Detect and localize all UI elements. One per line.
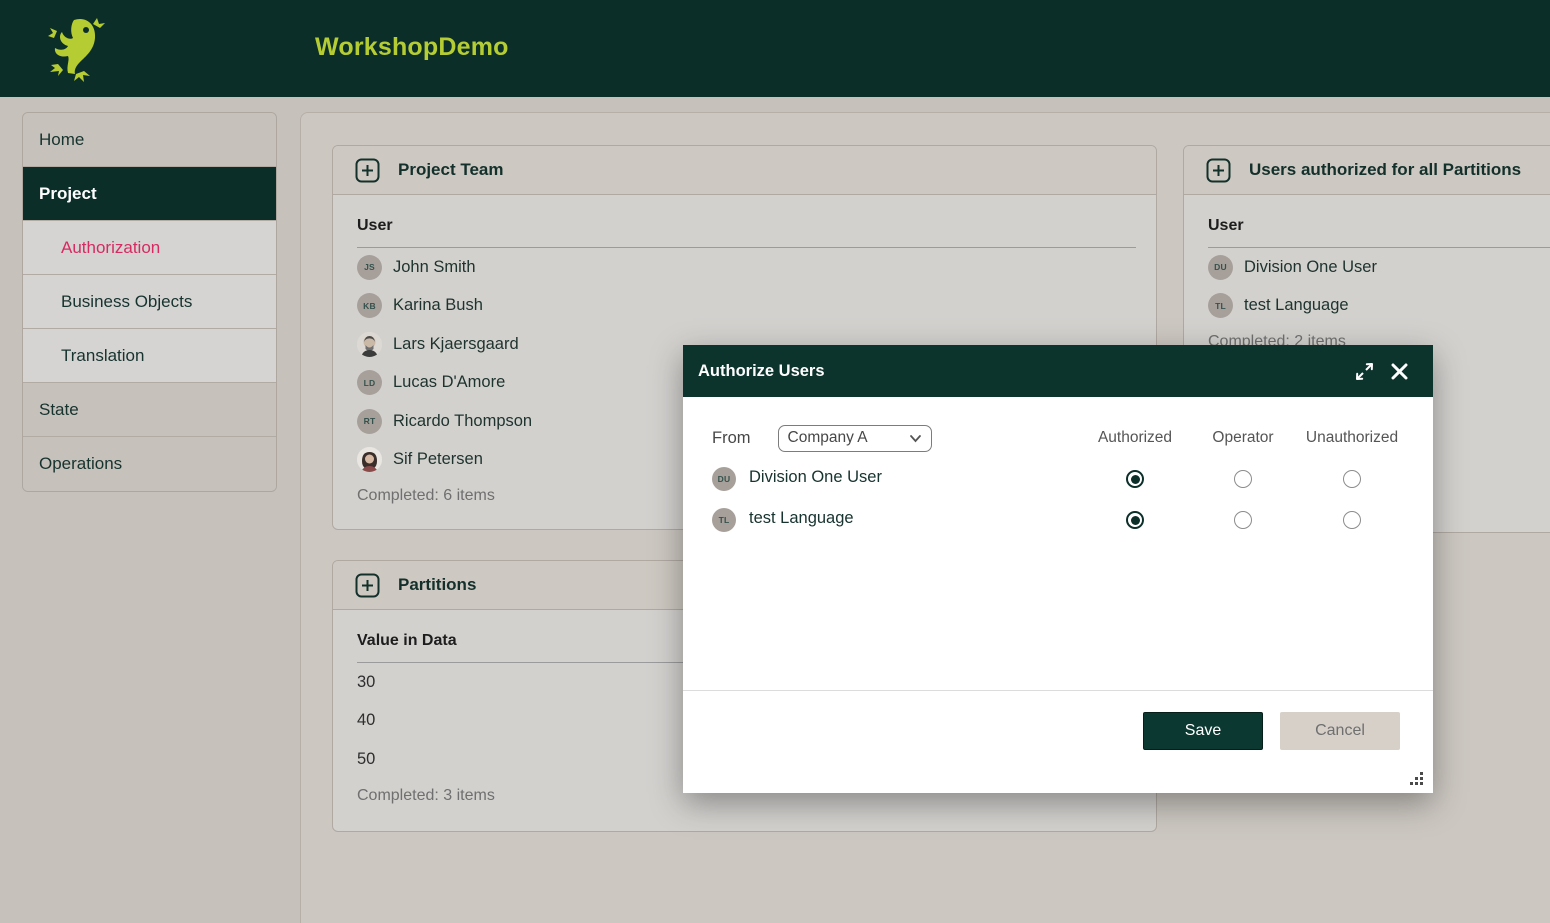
sidebar-item-business-objects[interactable]: Business Objects — [23, 275, 276, 329]
table-row[interactable]: TL test Language — [1208, 287, 1550, 326]
column-header: User — [1208, 207, 1550, 247]
column-header: User — [357, 207, 1138, 247]
sidebar-item-operations[interactable]: Operations — [23, 437, 276, 491]
radio-operator[interactable] — [1234, 470, 1252, 488]
sidebar-nav: Home Project Authorization Business Obje… — [22, 112, 277, 492]
sidebar-item-authorization[interactable]: Authorization — [23, 221, 276, 275]
close-icon[interactable] — [1390, 362, 1409, 381]
frog-logo-icon[interactable] — [46, 16, 106, 82]
dialog-header: Authorize Users — [683, 345, 1433, 397]
radio-authorized[interactable] — [1126, 511, 1144, 529]
table-row[interactable]: DU Division One User — [1208, 248, 1550, 287]
table-row: TL test Language — [683, 500, 1433, 540]
panel-header: Project Team — [333, 146, 1156, 195]
table-row[interactable]: KB Karina Bush — [357, 287, 1138, 326]
panel-title: Partitions — [398, 575, 476, 595]
plus-square-icon[interactable] — [355, 158, 380, 183]
top-bar: WorkshopDemo — [0, 0, 1550, 97]
table-row[interactable]: JS John Smith — [357, 248, 1138, 287]
sidebar-item-translation[interactable]: Translation — [23, 329, 276, 383]
cell-value: 40 — [357, 711, 375, 730]
resize-grip-icon[interactable] — [1410, 772, 1424, 786]
sidebar-item-label: Business Objects — [61, 292, 192, 312]
avatar: RT — [357, 409, 382, 434]
panel-body: User DU Division One User TL test Langua… — [1184, 195, 1550, 365]
dialog-title: Authorize Users — [698, 362, 825, 381]
app-root: WorkshopDemo Home Project Authorization … — [0, 0, 1550, 923]
from-row: From Company A — [712, 424, 932, 452]
avatar: LD — [357, 370, 382, 395]
user-name: Lars Kjaersgaard — [393, 335, 519, 354]
authorize-users-dialog: Authorize Users From Company A Authorize… — [683, 345, 1433, 793]
sidebar-item-state[interactable]: State — [23, 383, 276, 437]
sidebar-item-label: Operations — [39, 454, 122, 474]
radio-authorized[interactable] — [1126, 470, 1144, 488]
plus-square-icon[interactable] — [1206, 158, 1231, 183]
avatar: JS — [357, 255, 382, 280]
plus-square-icon[interactable] — [355, 573, 380, 598]
chevron-down-icon — [909, 432, 922, 445]
user-name: Ricardo Thompson — [393, 412, 532, 431]
cancel-button[interactable]: Cancel — [1280, 712, 1400, 750]
user-name: Lucas D'Amore — [393, 373, 505, 392]
user-name: Division One User — [1244, 258, 1377, 277]
avatar: TL — [712, 508, 736, 532]
cell-value: 50 — [357, 750, 375, 769]
sidebar-item-label: Translation — [61, 346, 144, 366]
save-button[interactable]: Save — [1143, 712, 1263, 750]
panel-title: Project Team — [398, 160, 504, 180]
user-name: test Language — [1244, 296, 1349, 315]
sidebar-item-home[interactable]: Home — [23, 113, 276, 167]
sidebar-item-label: State — [39, 400, 79, 420]
column-header-authorized: Authorized — [1098, 429, 1172, 447]
user-name: test Language — [749, 509, 854, 528]
sidebar-item-label: Home — [39, 130, 84, 150]
sidebar-item-project[interactable]: Project — [23, 167, 276, 221]
user-name: Division One User — [749, 468, 882, 487]
panel-title: Users authorized for all Partitions — [1249, 160, 1521, 180]
expand-icon[interactable] — [1355, 362, 1374, 381]
avatar: DU — [1208, 255, 1233, 280]
radio-unauthorized[interactable] — [1343, 511, 1361, 529]
sidebar-item-label: Authorization — [61, 238, 160, 258]
user-name: Karina Bush — [393, 296, 483, 315]
panel-header: Users authorized for all Partitions — [1184, 146, 1550, 195]
cell-value: 30 — [357, 673, 375, 692]
avatar: TL — [1208, 293, 1233, 318]
avatar: KB — [357, 293, 382, 318]
user-name: John Smith — [393, 258, 476, 277]
user-name: Sif Petersen — [393, 450, 483, 469]
sidebar-item-label: Project — [39, 184, 97, 204]
radio-operator[interactable] — [1234, 511, 1252, 529]
avatar: DU — [712, 467, 736, 491]
from-select[interactable]: Company A — [778, 425, 932, 452]
table-row: DU Division One User — [683, 459, 1433, 499]
column-header-unauthorized: Unauthorized — [1306, 429, 1398, 447]
radio-unauthorized[interactable] — [1343, 470, 1361, 488]
select-value: Company A — [788, 429, 909, 447]
divider — [683, 690, 1433, 691]
avatar-photo — [357, 332, 382, 357]
from-label: From — [712, 429, 751, 448]
avatar-photo — [357, 447, 382, 472]
column-header-operator: Operator — [1212, 429, 1273, 447]
app-title: WorkshopDemo — [315, 33, 509, 62]
